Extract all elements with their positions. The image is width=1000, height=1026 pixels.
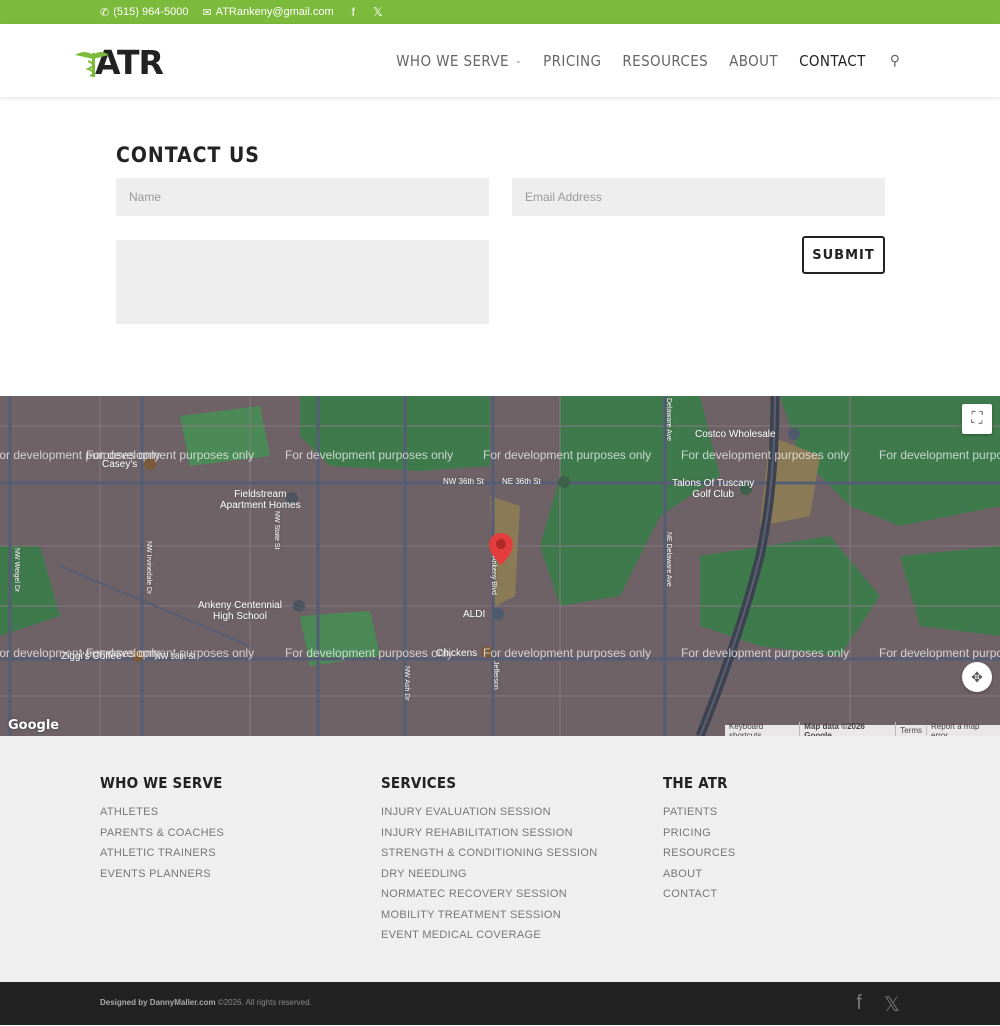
- map-camera-control-icon[interactable]: ✥: [962, 662, 992, 692]
- nav-who-we-serve[interactable]: WHO WE SERVE ⌄: [396, 52, 522, 70]
- footer-link[interactable]: MOBILITY TREATMENT SESSION: [381, 905, 597, 926]
- phone-number: (515) 964-5000: [113, 6, 189, 18]
- map-data: Map data ©2026 Google: [800, 721, 897, 736]
- map-label-talons: Talons Of Tuscany Golf Club: [672, 478, 755, 500]
- watermark: For development purposes only: [681, 646, 850, 660]
- footer-link[interactable]: EVENT MEDICAL COVERAGE: [381, 925, 597, 946]
- map-label-caseys: Casey's: [102, 459, 138, 470]
- terms-link[interactable]: Terms: [896, 726, 927, 735]
- site-header: ATR WHO WE SERVE ⌄ PRICING RESOURCES ABOU…: [0, 24, 1000, 97]
- footer-link[interactable]: DRY NEEDLING: [381, 864, 597, 885]
- nav-resources[interactable]: RESOURCES: [622, 52, 708, 70]
- watermark: For development purposes only: [483, 646, 652, 660]
- search-icon[interactable]: ⚲: [890, 52, 900, 69]
- submit-button[interactable]: SUBMIT: [802, 236, 885, 274]
- contact-section: CONTACT US Name Email Address SUBMIT: [0, 97, 1000, 396]
- footer-link[interactable]: INJURY EVALUATION SESSION: [381, 802, 597, 823]
- map-attribution: Keyboard shortcuts Map data ©2026 Google…: [725, 721, 1000, 737]
- map-label-nw-irvinedale: NW Irvinedale Dr: [145, 541, 152, 595]
- phone-icon: ✆: [100, 6, 110, 19]
- footer-link[interactable]: ATHLETES: [100, 802, 224, 823]
- footer: WHO WE SERVE ATHLETES PARENTS & COACHES …: [0, 736, 1000, 982]
- map-label-delaware: Delaware Ave: [665, 398, 672, 442]
- map-label-nw-ash: NW Ash Dr: [403, 666, 410, 701]
- map-label-ziggis: Ziggi's Coffee: [61, 651, 122, 662]
- watermark: For development purposes only: [879, 646, 1000, 660]
- footer-link[interactable]: PARENTS & COACHES: [100, 823, 224, 844]
- watermark: For development purposes only: [483, 448, 652, 462]
- logo[interactable]: ATR: [73, 42, 185, 82]
- footer-link[interactable]: CONTACT: [663, 884, 735, 905]
- footer-link[interactable]: EVENTS PLANNERS: [100, 864, 224, 885]
- designer-link[interactable]: Designed by DannyMaller.com: [100, 998, 216, 1007]
- map-label-jefferson: Jefferson: [492, 661, 499, 690]
- map-pin-icon[interactable]: [488, 532, 514, 566]
- facebook-icon[interactable]: f: [352, 5, 355, 19]
- facebook-icon[interactable]: f: [856, 992, 862, 1017]
- footer-col-who-we-serve: WHO WE SERVE ATHLETES PARENTS & COACHES …: [100, 774, 224, 884]
- phone-link[interactable]: ✆ (515) 964-5000: [100, 6, 188, 19]
- top-bar: ✆ (515) 964-5000 ✉ ATRankeny@gmail.com f 𝕏: [0, 0, 1000, 24]
- footer-social: f 𝕏: [856, 992, 900, 1017]
- footer-link[interactable]: INJURY REHABILITATION SESSION: [381, 823, 597, 844]
- map-label-aldi: ALDI: [463, 609, 486, 620]
- footer-link[interactable]: ABOUT: [663, 864, 735, 885]
- watermark: For development purposes only: [879, 448, 1000, 462]
- map-label-chickens: Chickens: [436, 648, 478, 659]
- footer-heading: THE ATR: [663, 774, 728, 792]
- footer-link[interactable]: RESOURCES: [663, 843, 735, 864]
- main-nav: WHO WE SERVE ⌄ PRICING RESOURCES ABOUT CO…: [375, 24, 900, 97]
- email-field[interactable]: Email Address: [512, 178, 885, 216]
- map-label-nw-weigel: NW Weigel Dr: [13, 548, 20, 593]
- map-label-nw18: NW 18th St: [155, 652, 196, 661]
- watermark: For development purposes only: [285, 448, 454, 462]
- footer-link[interactable]: PATIENTS: [663, 802, 735, 823]
- fullscreen-icon[interactable]: ⛶: [962, 404, 992, 434]
- report-error-link[interactable]: Report a map error: [927, 722, 1000, 737]
- nav-pricing[interactable]: PRICING: [543, 52, 601, 70]
- chevron-down-icon: ⌄: [514, 55, 523, 66]
- footer-col-the-atr: THE ATR PATIENTS PRICING RESOURCES ABOUT…: [663, 774, 735, 905]
- footer-link[interactable]: PRICING: [663, 823, 735, 844]
- x-icon[interactable]: 𝕏: [884, 992, 900, 1017]
- google-logo: Google: [8, 718, 60, 733]
- bottom-bar: Designed by DannyMaller.com ©2026. All r…: [0, 982, 1000, 1025]
- map-label-fieldstream: Fieldstream Apartment Homes: [220, 489, 301, 511]
- map-label-ne36: NE 36th St: [502, 477, 541, 486]
- nav-contact[interactable]: CONTACT: [799, 52, 866, 70]
- watermark: For development purposes only: [285, 646, 454, 660]
- footer-link[interactable]: ATHLETIC TRAINERS: [100, 843, 224, 864]
- footer-link[interactable]: NORMATEC RECOVERY SESSION: [381, 884, 597, 905]
- caduceus-icon: [75, 52, 109, 77]
- message-field[interactable]: [116, 240, 489, 324]
- map-label-ne-delaware: NE Delaware Ave: [665, 532, 672, 587]
- nav-about[interactable]: ABOUT: [729, 52, 778, 70]
- email-link[interactable]: ✉ ATRankeny@gmail.com: [202, 6, 333, 19]
- envelope-icon: ✉: [202, 6, 212, 19]
- footer-col-services: SERVICES INJURY EVALUATION SESSION INJUR…: [381, 774, 597, 946]
- map-label-ankeny-hs: Ankeny Centennial High School: [198, 600, 282, 622]
- contact-title: CONTACT US: [116, 143, 260, 167]
- footer-heading: WHO WE SERVE: [100, 774, 223, 792]
- credit-text: Designed by DannyMaller.com ©2026. All r…: [100, 998, 312, 1007]
- map-label-nw-state: NW State St: [273, 511, 280, 550]
- x-icon[interactable]: 𝕏: [373, 5, 383, 19]
- watermark: For development purposes only: [681, 448, 850, 462]
- keyboard-shortcuts-link[interactable]: Keyboard shortcuts: [725, 721, 801, 736]
- map[interactable]: For development purposes only For develo…: [0, 396, 1000, 736]
- map-label-costco: Costco Wholesale: [695, 429, 776, 440]
- footer-link[interactable]: STRENGTH & CONDITIONING SESSION: [381, 843, 597, 864]
- name-field[interactable]: Name: [116, 178, 489, 216]
- email-address: ATRankeny@gmail.com: [215, 6, 334, 18]
- footer-heading: SERVICES: [381, 774, 457, 792]
- map-label-nw36: NW 36th St: [443, 477, 484, 486]
